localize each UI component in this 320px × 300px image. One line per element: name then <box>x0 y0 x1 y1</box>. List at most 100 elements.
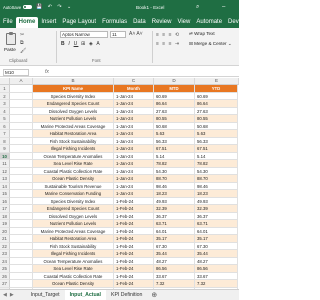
cell-a[interactable] <box>10 85 33 93</box>
tab-insert[interactable]: Insert <box>38 19 59 28</box>
cell-a[interactable] <box>10 152 33 160</box>
header-cell-ytd[interactable]: YTD <box>195 85 238 93</box>
cell-a[interactable] <box>10 122 33 130</box>
font-size-select[interactable]: 11 <box>110 31 126 38</box>
cell-mtd[interactable]: 63.71 <box>154 220 195 228</box>
cell-kpi-name[interactable]: Sea Level Rise Rate <box>33 160 114 168</box>
row-number[interactable]: 17 <box>0 205 10 213</box>
cell-a[interactable] <box>10 227 33 235</box>
cell-mtd[interactable]: 32.39 <box>154 205 195 213</box>
cell-kpi-name[interactable]: Dissolved Oxygen Levels <box>33 212 114 220</box>
cell-mtd[interactable]: 60.69 <box>154 92 195 100</box>
cell-month[interactable]: 1-Feb-24 <box>114 250 154 258</box>
row-number[interactable]: 13 <box>0 175 10 183</box>
cell-a[interactable] <box>10 257 33 265</box>
cell-kpi-name[interactable]: Sea Level Rise Rate <box>33 265 114 273</box>
row-number[interactable]: 3 <box>0 100 10 108</box>
cell-month[interactable]: 1-Feb-24 <box>114 205 154 213</box>
sheet-tab-kpi-definition[interactable]: KPI Definition <box>106 290 147 300</box>
tab-developer[interactable]: Developer <box>225 19 258 28</box>
column-header-c[interactable]: C <box>114 78 154 85</box>
tab-home[interactable]: Home <box>15 17 39 28</box>
row-number[interactable]: 24 <box>0 257 10 265</box>
row-number[interactable]: 19 <box>0 220 10 228</box>
tab-review[interactable]: Review <box>149 19 175 28</box>
cell-month[interactable]: 1-Jan-24 <box>114 122 154 130</box>
cell-kpi-name[interactable]: Fish Stock Sustainability <box>33 137 114 145</box>
cell-month[interactable]: 1-Feb-24 <box>114 197 154 205</box>
cell-kpi-name[interactable]: Endangered Species Count <box>33 100 114 108</box>
cell-month[interactable]: 1-Feb-24 <box>114 280 154 288</box>
cell-month[interactable]: 1-Feb-24 <box>114 257 154 265</box>
cell-a[interactable] <box>10 197 33 205</box>
cell-mtd[interactable]: 18.23 <box>154 190 195 198</box>
row-number[interactable]: 8 <box>0 137 10 145</box>
row-number[interactable]: 9 <box>0 145 10 153</box>
cell-mtd[interactable]: 48.27 <box>154 257 195 265</box>
cell-ytd[interactable]: 78.82 <box>195 160 238 168</box>
cell-ytd[interactable]: 86.56 <box>195 265 238 273</box>
cell-ytd[interactable]: 63.71 <box>195 220 238 228</box>
cell-ytd[interactable]: 86.64 <box>195 100 238 108</box>
cell-a[interactable] <box>10 130 33 138</box>
tab-formulas[interactable]: Formulas <box>99 19 130 28</box>
cell-ytd[interactable]: 60.69 <box>195 92 238 100</box>
row-number[interactable]: 25 <box>0 265 10 273</box>
tab-page-layout[interactable]: Page Layout <box>59 19 99 28</box>
cell-month[interactable]: 1-Jan-24 <box>114 100 154 108</box>
cell-month[interactable]: 1-Jan-24 <box>114 145 154 153</box>
search-icon[interactable]: ⌕ <box>196 4 199 11</box>
italic-button[interactable]: I <box>68 41 71 47</box>
cell-a[interactable] <box>10 205 33 213</box>
cell-month[interactable]: 1-Feb-24 <box>114 227 154 235</box>
cell-ytd[interactable]: 80.55 <box>195 115 238 123</box>
cell-ytd[interactable]: 36.37 <box>195 212 238 220</box>
cell-a[interactable] <box>10 212 33 220</box>
cell-mtd[interactable]: 7.32 <box>154 280 195 288</box>
fill-color-icon[interactable]: ◈ <box>89 41 94 47</box>
cell-month[interactable]: 1-Jan-24 <box>114 182 154 190</box>
font-format-buttons[interactable]: B I U ⊞ ◈ A <box>61 41 101 47</box>
row-number[interactable]: 7 <box>0 130 10 138</box>
cell-a[interactable] <box>10 137 33 145</box>
cell-kpi-name[interactable]: Habitat Restoration Area <box>33 235 114 243</box>
cell-ytd[interactable]: 67.30 <box>195 242 238 250</box>
cell-a[interactable] <box>10 272 33 280</box>
cell-a[interactable] <box>10 92 33 100</box>
cell-mtd[interactable]: 88.70 <box>154 175 195 183</box>
cell-ytd[interactable]: 48.27 <box>195 257 238 265</box>
font-color-icon[interactable]: A <box>96 41 101 47</box>
cell-ytd[interactable]: 54.30 <box>195 167 238 175</box>
cell-ytd[interactable]: 35.17 <box>195 235 238 243</box>
cell-kpi-name[interactable]: Ocean Plastic Density <box>33 175 114 183</box>
cell-kpi-name[interactable]: Marine Protected Areas Coverage <box>33 122 114 130</box>
cell-mtd[interactable]: 64.01 <box>154 227 195 235</box>
cell-mtd[interactable]: 98.46 <box>154 182 195 190</box>
cell-a[interactable] <box>10 100 33 108</box>
formula-input[interactable] <box>54 69 236 76</box>
row-number[interactable]: 4 <box>0 107 10 115</box>
borders-icon[interactable]: ⊞ <box>81 41 86 47</box>
cell-a[interactable] <box>10 280 33 288</box>
cell-mtd[interactable]: 56.33 <box>154 137 195 145</box>
cell-month[interactable]: 1-Jan-24 <box>114 107 154 115</box>
cell-kpi-name[interactable]: Dissolved Oxygen Levels <box>33 107 114 115</box>
clipboard-tools[interactable]: ✂ ⧉ 🖌 <box>20 31 26 55</box>
cell-month[interactable]: 1-Jan-24 <box>114 137 154 145</box>
add-sheet-icon[interactable]: ⊕ <box>151 291 157 299</box>
cell-kpi-name[interactable]: Illegal Fishing Incidents <box>33 250 114 258</box>
cell-mtd[interactable]: 49.93 <box>154 197 195 205</box>
cell-kpi-name[interactable]: Species Diversity Index <box>33 92 114 100</box>
tab-file[interactable]: File <box>0 19 16 28</box>
name-box[interactable]: M10 <box>3 69 29 76</box>
cell-ytd[interactable]: 5.14 <box>195 152 238 160</box>
cell-kpi-name[interactable]: Coastal Plastic Collection Rate <box>33 167 114 175</box>
cell-kpi-name[interactable]: Ocean Temperature Anomalies <box>33 152 114 160</box>
row-number[interactable]: 1 <box>0 85 10 93</box>
cell-ytd[interactable]: 18.23 <box>195 190 238 198</box>
cell-ytd[interactable]: 56.33 <box>195 137 238 145</box>
font-name-select[interactable]: Aptos Narrow <box>60 31 108 38</box>
cell-a[interactable] <box>10 250 33 258</box>
cell-month[interactable]: 1-Jan-24 <box>114 167 154 175</box>
cell-mtd[interactable]: 27.63 <box>154 107 195 115</box>
